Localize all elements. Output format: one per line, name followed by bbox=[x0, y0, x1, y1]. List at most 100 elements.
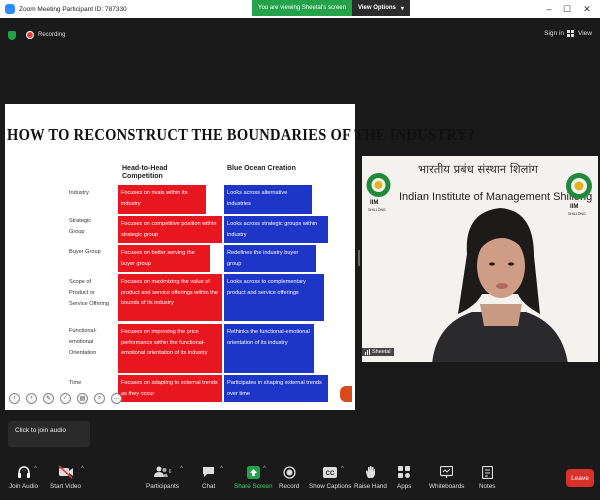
zoom-icon[interactable]: ⌕ bbox=[94, 392, 105, 404]
headphones-icon bbox=[17, 466, 30, 478]
notes-label: Notes bbox=[479, 483, 496, 490]
cell-competition-scope: Focuses on maximizing the value of produ… bbox=[118, 274, 222, 321]
column-head-text: Blue Ocean Creation bbox=[227, 165, 296, 172]
row-label-functional-emotional: Functional-emotional Orientation bbox=[69, 328, 97, 356]
row-label-buyer-group: Buyer Group bbox=[69, 249, 101, 255]
close-icon: ✕ bbox=[583, 3, 591, 14]
apps-icon bbox=[398, 466, 411, 478]
participant-video[interactable]: IIM SHILLONG भारतीय प्रबंध संस्थान शिलां… bbox=[362, 156, 598, 362]
cell-blue-ocean-scope: Looks across to complementary product an… bbox=[224, 274, 324, 321]
captions-caret-icon[interactable]: ^ bbox=[341, 466, 344, 472]
logo-abbr-left: IIM bbox=[370, 200, 379, 206]
slide-controls: ‹ › ✎ ∕ ▤ ⌕ … bbox=[9, 392, 122, 404]
more-options-icon[interactable]: … bbox=[111, 392, 122, 404]
whiteboards-button[interactable]: Whiteboards bbox=[429, 464, 464, 490]
participants-icon bbox=[153, 466, 168, 477]
chat-label: Chat bbox=[202, 483, 216, 490]
maximize-icon: ☐ bbox=[562, 3, 572, 14]
cell-competition-functional-emotional: Focuses on improving the price performan… bbox=[118, 324, 222, 373]
audio-options-caret-icon[interactable]: ^ bbox=[34, 466, 37, 472]
viewing-screen-label: You are viewing Sheetal's screen bbox=[252, 0, 352, 16]
next-slide-icon[interactable]: › bbox=[26, 392, 37, 404]
apps-label: Apps bbox=[397, 483, 412, 490]
record-button[interactable]: Record bbox=[279, 464, 299, 490]
recording-icon bbox=[26, 31, 34, 39]
meeting-toolbar: Join Audio ^ Start Video ^ 6 Participant… bbox=[0, 458, 600, 500]
raise-hand-icon bbox=[365, 466, 375, 478]
show-captions-label: Show Captions bbox=[309, 483, 352, 490]
cell-competition-industry: Focuses on rivals within its industry bbox=[118, 185, 206, 214]
view-options-button[interactable]: View Options ▾ bbox=[351, 0, 410, 16]
raise-hand-button[interactable]: Raise Hand bbox=[354, 464, 387, 490]
panel-resize-handle[interactable] bbox=[358, 250, 360, 266]
cell-blue-ocean-industry: Looks across alternative industries bbox=[224, 185, 312, 214]
share-screen-button[interactable]: Share Screen bbox=[234, 464, 273, 490]
show-captions-button[interactable]: CC Show Captions bbox=[309, 464, 351, 490]
chat-icon bbox=[203, 467, 215, 477]
column-head-text: Head-to-Head Competition bbox=[122, 165, 168, 180]
cell-blue-ocean-strategic-group: Looks across strategic groups within ind… bbox=[224, 216, 328, 243]
zoom-logo-icon bbox=[5, 4, 15, 14]
whiteboards-label: Whiteboards bbox=[429, 483, 465, 490]
view-options-label: View Options bbox=[357, 5, 396, 11]
highlighter-icon[interactable]: ∕ bbox=[60, 392, 71, 404]
svg-text:CC: CC bbox=[326, 471, 335, 477]
row-label-scope: Scope of Product or Service Offering bbox=[69, 279, 110, 307]
leave-label: Leave bbox=[571, 474, 589, 482]
tooltip-text: Click to join audio bbox=[15, 427, 66, 434]
slide-tab-handle[interactable] bbox=[340, 386, 352, 402]
logo-city-left: SHILLONG bbox=[368, 208, 386, 212]
participant-name-tag: Sheetal bbox=[362, 348, 394, 356]
chat-caret-icon[interactable]: ^ bbox=[220, 466, 223, 472]
apps-button[interactable]: Apps bbox=[397, 464, 411, 490]
previous-slide-icon[interactable]: ‹ bbox=[9, 392, 20, 404]
start-video-label: Start Video bbox=[50, 483, 82, 490]
video-off-icon bbox=[57, 465, 73, 479]
cell-competition-strategic-group: Focuses on competitive position within s… bbox=[118, 216, 222, 243]
shared-screen: HOW TO RECONSTRUCT THE BOUNDARIES OF THE… bbox=[5, 104, 475, 410]
video-options-caret-icon[interactable]: ^ bbox=[81, 466, 84, 472]
chevron-down-icon: ▾ bbox=[400, 5, 404, 12]
view-button[interactable]: View bbox=[567, 30, 592, 37]
notes-button[interactable]: Notes bbox=[479, 464, 495, 490]
raise-hand-label: Raise Hand bbox=[354, 483, 387, 490]
meeting-header: Recording bbox=[0, 26, 600, 44]
window-title: Zoom Meeting Participant ID: 787330 bbox=[19, 5, 127, 13]
minimize-icon: – bbox=[546, 4, 552, 14]
share-screen-icon bbox=[246, 465, 260, 479]
cell-blue-ocean-time: Participates in shaping external trends … bbox=[224, 375, 328, 402]
sign-in-link[interactable]: Sign in bbox=[544, 30, 564, 37]
column-head-competition: Head-to-Head Competition bbox=[122, 165, 168, 181]
column-head-blue-ocean: Blue Ocean Creation bbox=[227, 165, 296, 173]
cell-competition-buyer-group: Focuses on better serving the buyer grou… bbox=[118, 245, 210, 272]
share-screen-label: Share Screen bbox=[234, 483, 273, 490]
participants-caret-icon[interactable]: ^ bbox=[180, 466, 183, 472]
whiteboard-icon bbox=[440, 466, 454, 478]
hindi-institute-name: भारतीय प्रबंध संस्थान शिलांग bbox=[418, 162, 538, 176]
start-video-button[interactable]: Start Video bbox=[50, 464, 81, 490]
cell-blue-ocean-functional-emotional: Rethinks the functional-emotional orient… bbox=[224, 324, 314, 373]
zoom-window: Zoom Meeting Participant ID: 787330 You … bbox=[0, 0, 600, 500]
row-label-time: Time bbox=[69, 380, 82, 386]
close-button[interactable]: ✕ bbox=[576, 0, 598, 18]
record-label: Record bbox=[279, 483, 300, 490]
share-caret-icon[interactable]: ^ bbox=[263, 466, 266, 472]
join-audio-tooltip: Click to join audio bbox=[8, 421, 90, 447]
chat-button[interactable]: Chat bbox=[202, 464, 215, 490]
maximize-button[interactable]: ☐ bbox=[556, 0, 578, 18]
security-shield-icon[interactable] bbox=[8, 30, 16, 40]
row-label-strategic-group: Strategic Group bbox=[69, 218, 92, 235]
record-icon bbox=[283, 465, 296, 479]
participant-image bbox=[432, 208, 568, 362]
notes-icon bbox=[481, 465, 493, 479]
recording-label: Recording bbox=[38, 32, 66, 38]
slides-icon[interactable]: ▤ bbox=[77, 392, 88, 404]
leave-button[interactable]: Leave bbox=[566, 469, 594, 487]
participants-button[interactable]: 6 Participants bbox=[146, 464, 179, 490]
pen-icon[interactable]: ✎ bbox=[43, 392, 54, 404]
captions-icon: CC bbox=[323, 466, 338, 478]
slide-title: HOW TO RECONSTRUCT THE BOUNDARIES OF THE… bbox=[7, 126, 475, 145]
mic-level-icon bbox=[365, 349, 370, 355]
join-audio-label: Join Audio bbox=[9, 483, 39, 490]
cell-competition-time: Focuses on adapting to external trends a… bbox=[118, 375, 222, 402]
